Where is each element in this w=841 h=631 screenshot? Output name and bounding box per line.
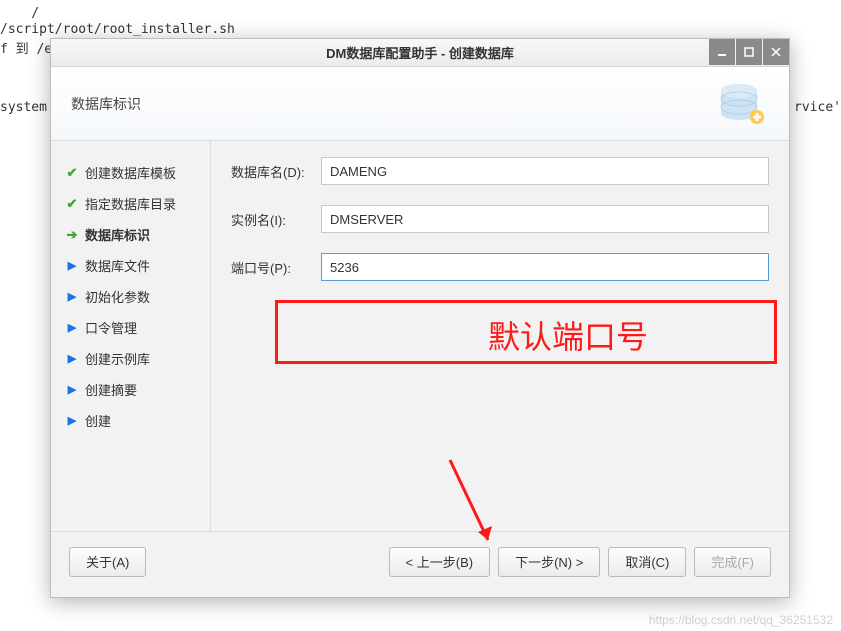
triangle-right-icon: ▶	[65, 383, 79, 396]
about-button[interactable]: 关于(A)	[69, 547, 146, 577]
instance-label: 实例名(I):	[231, 210, 321, 229]
maximize-button[interactable]	[736, 39, 762, 65]
step-sample-db[interactable]: ▶ 创建示例库	[65, 343, 200, 374]
step-label: 指定数据库目录	[85, 194, 176, 213]
minimize-button[interactable]	[709, 39, 735, 65]
db-name-row: 数据库名(D):	[231, 157, 769, 185]
step-create[interactable]: ▶ 创建	[65, 405, 200, 436]
window-controls	[708, 39, 789, 66]
triangle-right-icon: ▶	[65, 321, 79, 334]
step-label: 创建	[85, 411, 111, 430]
check-icon: ✔	[65, 196, 79, 212]
next-button[interactable]: 下一步(N) >	[498, 547, 600, 577]
db-name-label: 数据库名(D):	[231, 162, 321, 181]
step-password[interactable]: ▶ 口令管理	[65, 312, 200, 343]
port-row: 端口号(P):	[231, 253, 769, 281]
body-area: ✔ 创建数据库模板 ✔ 指定数据库目录 ➔ 数据库标识 ▶ 数据库文件 ▶ 初始…	[51, 141, 789, 531]
step-label: 创建示例库	[85, 349, 150, 368]
prev-button[interactable]: < 上一步(B)	[389, 547, 491, 577]
port-input[interactable]	[321, 253, 769, 281]
step-label: 数据库文件	[85, 256, 150, 275]
instance-row: 实例名(I):	[231, 205, 769, 233]
step-summary[interactable]: ▶ 创建摘要	[65, 374, 200, 405]
arrow-right-icon: ➔	[65, 227, 79, 243]
window-title: DM数据库配置助手 - 创建数据库	[326, 43, 514, 62]
triangle-right-icon: ▶	[65, 414, 79, 427]
triangle-right-icon: ▶	[65, 290, 79, 303]
finish-button: 完成(F)	[694, 547, 771, 577]
close-button[interactable]	[763, 39, 789, 65]
step-label: 口令管理	[85, 318, 137, 337]
database-icon	[709, 77, 769, 131]
header-panel: 数据库标识	[51, 67, 789, 141]
terminal-text: system	[0, 100, 47, 115]
step-init-params[interactable]: ▶ 初始化参数	[65, 281, 200, 312]
terminal-text: rvice'	[794, 100, 841, 115]
titlebar: DM数据库配置助手 - 创建数据库	[51, 39, 789, 67]
step-label: 创建数据库模板	[85, 163, 176, 182]
triangle-right-icon: ▶	[65, 352, 79, 365]
terminal-text: f 到 /e	[0, 38, 52, 57]
form-area: 数据库名(D): 实例名(I): 端口号(P):	[211, 141, 789, 531]
watermark: https://blog.csdn.net/qq_36251532	[649, 613, 833, 627]
footer: 关于(A) < 上一步(B) 下一步(N) > 取消(C) 完成(F)	[51, 531, 789, 591]
step-db-files[interactable]: ▶ 数据库文件	[65, 250, 200, 281]
cancel-button[interactable]: 取消(C)	[608, 547, 686, 577]
step-create-template[interactable]: ✔ 创建数据库模板	[65, 157, 200, 188]
terminal-text: /script/root/root_installer.sh	[0, 22, 235, 37]
dialog-window: DM数据库配置助手 - 创建数据库 数据库标识	[50, 38, 790, 598]
page-title: 数据库标识	[71, 94, 141, 114]
steps-sidebar: ✔ 创建数据库模板 ✔ 指定数据库目录 ➔ 数据库标识 ▶ 数据库文件 ▶ 初始…	[51, 141, 211, 531]
port-label: 端口号(P):	[231, 258, 321, 277]
step-label: 创建摘要	[85, 380, 137, 399]
db-name-input[interactable]	[321, 157, 769, 185]
triangle-right-icon: ▶	[65, 259, 79, 272]
step-specify-directory[interactable]: ✔ 指定数据库目录	[65, 188, 200, 219]
check-icon: ✔	[65, 165, 79, 181]
step-db-identity[interactable]: ➔ 数据库标识	[65, 219, 200, 250]
step-label: 初始化参数	[85, 287, 150, 306]
step-label: 数据库标识	[85, 225, 150, 244]
instance-input[interactable]	[321, 205, 769, 233]
terminal-text: /	[0, 6, 39, 21]
